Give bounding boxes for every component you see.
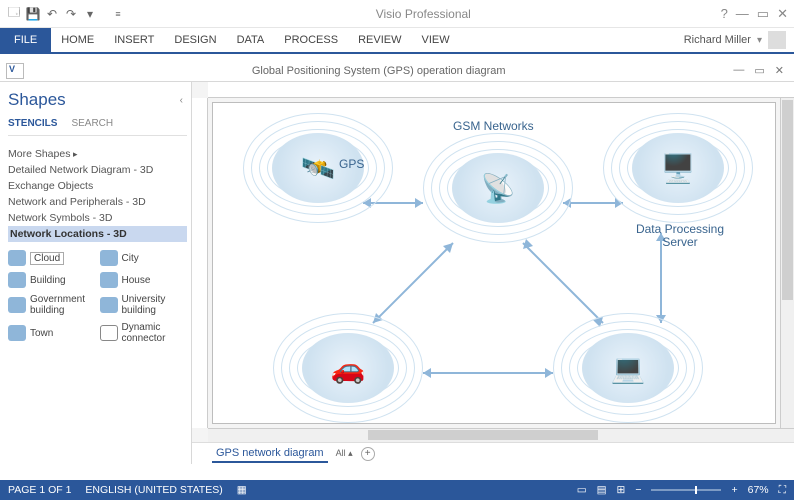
satellite-icon: 🛰️: [301, 152, 336, 185]
stencil-item[interactable]: Exchange Objects: [8, 178, 187, 194]
vertical-ruler: [192, 98, 208, 428]
car-icon: 🚗: [331, 352, 366, 385]
status-lang[interactable]: ENGLISH (UNITED STATES): [85, 484, 222, 496]
minimize-icon[interactable]: ―: [736, 6, 749, 21]
doc-titlebar: Global Positioning System (GPS) operatio…: [0, 60, 794, 82]
redo-icon[interactable]: ↷: [63, 6, 79, 22]
zoom-out-icon[interactable]: −: [635, 484, 641, 496]
stencil-item[interactable]: Network Symbols - 3D: [8, 210, 187, 226]
help-icon[interactable]: ?: [721, 6, 728, 21]
tab-insert[interactable]: INSERT: [104, 28, 164, 52]
status-page[interactable]: PAGE 1 OF 1: [8, 484, 71, 496]
town-icon: [8, 325, 26, 341]
tab-stencils[interactable]: STENCILS: [8, 118, 57, 129]
fit-window-icon[interactable]: ⛶: [779, 484, 786, 497]
tab-file[interactable]: FILE: [0, 28, 51, 52]
qat-customize-icon[interactable]: ▾: [82, 6, 98, 22]
shape-city[interactable]: City: [100, 248, 188, 268]
shape-building[interactable]: Building: [8, 270, 96, 290]
shape-house[interactable]: House: [100, 270, 188, 290]
tab-view[interactable]: VIEW: [411, 28, 459, 52]
node-users[interactable]: 💻 Users: [553, 313, 703, 423]
undo-icon[interactable]: ↶: [44, 6, 60, 22]
stencil-item[interactable]: Detailed Network Diagram - 3D: [8, 162, 187, 178]
doc-title: Global Positioning System (GPS) operatio…: [24, 65, 733, 77]
node-mobile[interactable]: 🚗 Mobile Objects: [273, 313, 423, 423]
node-gsm[interactable]: 📡 GSM Networks: [423, 133, 573, 243]
page-tabs: GPS network diagram All ▴ +: [192, 442, 794, 464]
ribbon-tabs: FILE HOME INSERT DESIGN DATA PROCESS REV…: [0, 28, 794, 52]
qat-separator: [101, 6, 107, 22]
cloud-icon: [8, 250, 26, 266]
close-icon[interactable]: ✕: [777, 6, 788, 22]
shape-grid: Cloud City Building House Government bui…: [8, 248, 187, 346]
quick-access: 🗔 💾 ↶ ↷ ▾ ≡: [6, 6, 126, 22]
horizontal-scrollbar[interactable]: [208, 428, 794, 442]
main-area: Shapes ‹ STENCILS SEARCH More Shapes Det…: [0, 82, 794, 464]
shape-cloud[interactable]: Cloud: [8, 248, 96, 268]
titlebar: 🗔 💾 ↶ ↷ ▾ ≡ Visio Professional ? ― ▭ ✕: [0, 0, 794, 28]
stencil-item-selected[interactable]: Network Locations - 3D: [8, 226, 187, 242]
visio-icon: 🗔: [6, 6, 22, 22]
connector-icon: [100, 325, 118, 341]
page-tab[interactable]: GPS network diagram: [212, 445, 328, 463]
stencil-list: More Shapes Detailed Network Diagram - 3…: [8, 146, 187, 242]
view-presentation-icon[interactable]: ▭: [577, 484, 587, 496]
canvas-area: 🛰️ GPS 📡 GSM Networks 🖥️ Data Processing…: [192, 82, 794, 464]
status-bar: PAGE 1 OF 1 ENGLISH (UNITED STATES) ▦ ▭ …: [0, 480, 794, 500]
drawing-page[interactable]: 🛰️ GPS 📡 GSM Networks 🖥️ Data Processing…: [212, 102, 776, 424]
doc-restore-icon[interactable]: ▭: [754, 64, 764, 77]
antenna-icon: 📡: [481, 172, 516, 205]
user-name[interactable]: Richard Miller: [684, 34, 751, 46]
ribbon-underline: [0, 52, 794, 54]
shape-town[interactable]: Town: [8, 320, 96, 346]
doc-minimize-icon[interactable]: ―: [733, 64, 744, 77]
shape-university[interactable]: University building: [100, 292, 188, 318]
shapes-title: Shapes: [8, 90, 66, 110]
city-icon: [100, 250, 118, 266]
more-shapes[interactable]: More Shapes: [8, 146, 187, 162]
university-icon: [100, 297, 118, 313]
tab-home[interactable]: HOME: [51, 28, 104, 52]
view-normal-icon[interactable]: ▤: [597, 484, 607, 496]
horizontal-ruler: [208, 82, 794, 98]
collapse-shapes-icon[interactable]: ‹: [180, 95, 183, 106]
window-controls: ? ― ▭ ✕: [721, 6, 788, 22]
gov-icon: [8, 297, 26, 313]
shape-connector[interactable]: Dynamic connector: [100, 320, 188, 346]
view-fit-icon[interactable]: ⊞: [617, 484, 626, 496]
building-icon: [8, 272, 26, 288]
node-gps[interactable]: 🛰️ GPS: [243, 113, 393, 223]
add-page-button[interactable]: +: [361, 447, 375, 461]
doc-icon: [6, 63, 24, 79]
tab-process[interactable]: PROCESS: [274, 28, 348, 52]
restore-icon[interactable]: ▭: [757, 6, 769, 22]
server-icon: 🖥️: [661, 152, 696, 185]
vertical-scrollbar[interactable]: ▴: [780, 98, 794, 428]
qat-send-icon[interactable]: ≡: [110, 6, 126, 22]
user-menu-icon[interactable]: ▾: [757, 35, 762, 46]
avatar[interactable]: [768, 31, 786, 49]
node-server[interactable]: 🖥️ Data Processing Server: [603, 113, 753, 223]
page-all[interactable]: All ▴: [336, 448, 353, 459]
macro-icon[interactable]: ▦: [237, 484, 247, 496]
tab-search[interactable]: SEARCH: [71, 118, 113, 129]
tab-data[interactable]: DATA: [227, 28, 275, 52]
zoom-in-icon[interactable]: +: [731, 484, 737, 496]
house-icon: [100, 272, 118, 288]
app-title: Visio Professional: [126, 7, 721, 21]
zoom-level[interactable]: 67%: [748, 484, 769, 496]
laptop-icon: 💻: [611, 352, 646, 385]
zoom-slider[interactable]: [651, 489, 721, 491]
doc-close-icon[interactable]: ✕: [775, 64, 784, 77]
save-icon[interactable]: 💾: [25, 6, 41, 22]
shape-gov-building[interactable]: Government building: [8, 292, 96, 318]
stencil-item[interactable]: Network and Peripherals - 3D: [8, 194, 187, 210]
tab-review[interactable]: REVIEW: [348, 28, 411, 52]
shapes-pane: Shapes ‹ STENCILS SEARCH More Shapes Det…: [0, 82, 192, 464]
tab-design[interactable]: DESIGN: [164, 28, 226, 52]
